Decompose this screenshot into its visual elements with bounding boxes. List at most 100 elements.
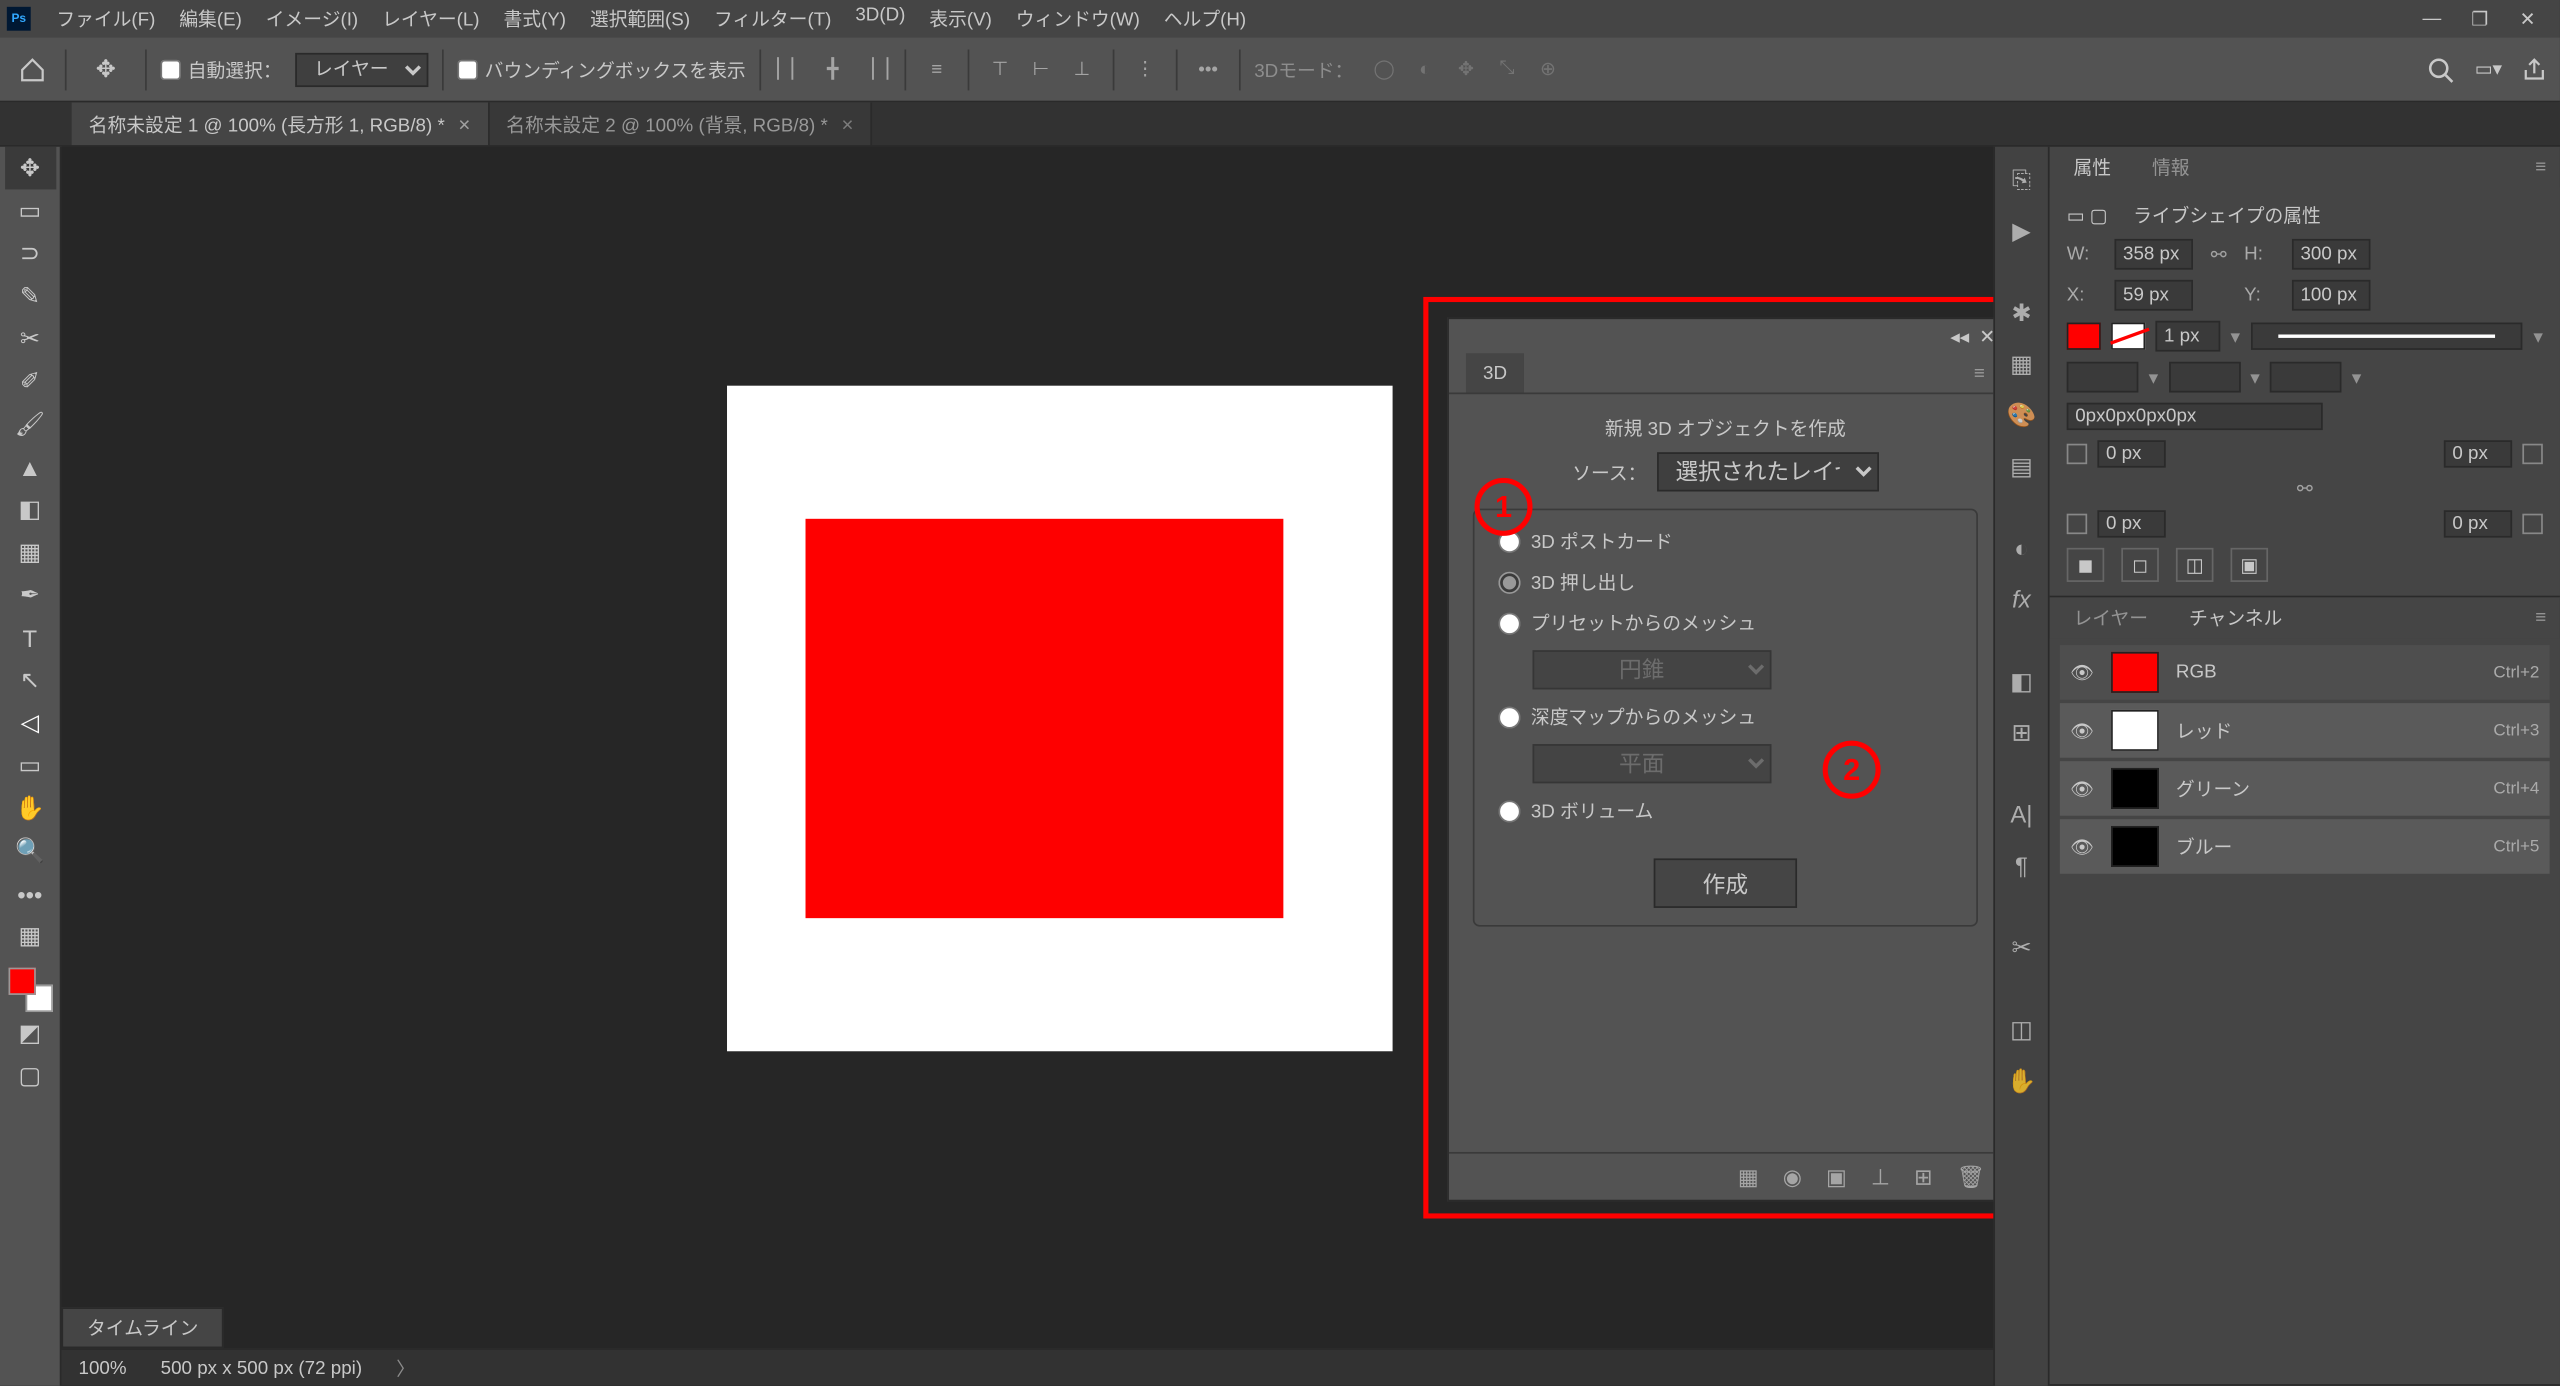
panel-menu-icon[interactable]: ≡ — [2535, 157, 2546, 177]
panel-menu-icon[interactable]: ≡ — [1974, 363, 1985, 383]
channel-row[interactable]: 👁RGBCtrl+2 — [2060, 645, 2550, 700]
menu-書式(Y)[interactable]: 書式(Y) — [492, 5, 578, 32]
3d-new-icon[interactable]: ⊞ — [1914, 1163, 1933, 1190]
eraser-tool[interactable]: ◧ — [4, 488, 55, 531]
stroke-style[interactable] — [2250, 323, 2523, 350]
libraries-icon[interactable]: ⎘ — [1999, 157, 2043, 201]
path-intersect-icon[interactable]: ◫ — [2176, 548, 2214, 582]
paragraph-icon[interactable]: ¶ — [1999, 843, 2043, 887]
y-input[interactable] — [2292, 280, 2371, 311]
hand-icon[interactable]: ✋ — [1999, 1058, 2043, 1102]
tab-properties[interactable]: 属性 — [2063, 147, 2121, 188]
character-icon[interactable]: A| — [1999, 792, 2043, 836]
hand-tool[interactable]: ✋ — [4, 787, 55, 830]
share-icon[interactable] — [2522, 57, 2546, 81]
grid-icon[interactable]: ▤ — [1999, 444, 2043, 488]
search-icon[interactable] — [2427, 55, 2454, 82]
visibility-icon[interactable]: 👁 — [2070, 719, 2094, 741]
height-input[interactable] — [2292, 239, 2371, 270]
radio-3d-extrude[interactable]: 3D 押し出し — [1498, 568, 1952, 595]
path-combine-icon[interactable]: ◼ — [2067, 548, 2105, 582]
menu-編集(E)[interactable]: 編集(E) — [167, 5, 253, 32]
type-tool[interactable]: T — [4, 616, 55, 659]
radio-preset-mesh[interactable]: プリセットからのメッシュ — [1498, 609, 1952, 636]
edit-toolbar[interactable]: ▦ — [4, 915, 55, 958]
tab-layers[interactable]: レイヤー — [2063, 597, 2158, 638]
path-subtract-icon[interactable]: ◻ — [2121, 548, 2159, 582]
width-input[interactable] — [2114, 239, 2193, 270]
tools-presets-icon[interactable]: ✂ — [1999, 925, 2043, 969]
cap-select[interactable] — [2067, 362, 2139, 393]
source-select[interactable]: 選択されたレイヤー — [1657, 452, 1879, 491]
swatches-icon[interactable]: ▦ — [1999, 341, 2043, 385]
tab-close-icon[interactable]: × — [841, 112, 853, 136]
fill-swatch[interactable] — [2067, 323, 2101, 350]
path-exclude-icon[interactable]: ▣ — [2231, 548, 2269, 582]
path-select-tool[interactable]: ↖ — [4, 659, 55, 702]
channel-row[interactable]: 👁グリーンCtrl+4 — [2060, 761, 2550, 816]
menu-3D(D)[interactable]: 3D(D) — [843, 5, 917, 32]
rectangle-tool[interactable]: ▭ — [4, 744, 55, 787]
tab-channels[interactable]: チャンネル — [2179, 597, 2293, 638]
crop-tool[interactable]: ✂ — [4, 317, 55, 360]
marquee-tool[interactable]: ▭ — [4, 189, 55, 232]
panel-close-icon[interactable]: ✕ — [1979, 325, 1993, 347]
more-tools[interactable]: ••• — [4, 872, 55, 915]
menu-イメージ(I)[interactable]: イメージ(I) — [254, 5, 370, 32]
3d-texture-icon[interactable]: ▦ — [1738, 1163, 1759, 1190]
menu-ヘルプ(H)[interactable]: ヘルプ(H) — [1152, 5, 1258, 32]
timeline-panel-tab[interactable]: タイムライン — [61, 1307, 224, 1348]
stroke-width-input[interactable] — [2155, 321, 2220, 352]
palette-icon[interactable]: 🎨 — [1999, 393, 2043, 437]
auto-select-target[interactable]: レイヤー — [295, 52, 428, 86]
link-wh-icon[interactable]: ⚯ — [2203, 243, 2234, 265]
play-icon[interactable]: ▶ — [1999, 208, 2043, 252]
radius-tr[interactable] — [2444, 440, 2512, 467]
radius-all-input[interactable] — [2067, 403, 2323, 430]
3d-ground-icon[interactable]: ⊥ — [1871, 1163, 1890, 1190]
clone-stamp-tool[interactable]: ▲ — [4, 445, 55, 488]
radius-tl[interactable] — [2097, 440, 2165, 467]
x-input[interactable] — [2114, 280, 2193, 311]
styles-icon[interactable]: fx — [1999, 577, 2043, 621]
channel-row[interactable]: 👁レッドCtrl+3 — [2060, 703, 2550, 758]
eyedropper-tool[interactable]: ✐ — [4, 360, 55, 403]
auto-select-checkbox[interactable]: 自動選択： — [160, 55, 281, 82]
align-center-h-icon[interactable]: ╋ — [816, 52, 850, 86]
screen-mode-tool[interactable]: ▢ — [4, 1055, 55, 1098]
layers-icon[interactable]: ◧ — [1999, 659, 2043, 703]
panel-tab-3d[interactable]: 3D — [1466, 353, 1524, 392]
link-radii-icon[interactable]: ⚯ — [2289, 478, 2320, 500]
show-bbox-checkbox[interactable]: バウンディングボックスを表示 — [457, 55, 745, 82]
move-tool[interactable]: ✥ — [4, 147, 55, 190]
menu-ウィンドウ(W)[interactable]: ウィンドウ(W) — [1004, 5, 1152, 32]
clone-source-icon[interactable]: ◫ — [1999, 1007, 2043, 1051]
color-icon[interactable]: ✱ — [1999, 290, 2043, 334]
align-right-icon[interactable]: ▕▕ — [857, 52, 891, 86]
menu-ファイル(F)[interactable]: ファイル(F) — [44, 5, 167, 32]
align-more-icon[interactable]: ≡ — [920, 52, 954, 86]
channel-row[interactable]: 👁ブルーCtrl+5 — [2060, 819, 2550, 874]
canvas-area[interactable]: ◂◂ ✕ 3D ≡ 新規 3D オブジェクトを作成 ソース： 選択されたレイヤー… — [61, 147, 1993, 1386]
align-left-icon[interactable]: ▏▏ — [775, 52, 809, 86]
tab-info[interactable]: 情報 — [2142, 147, 2200, 188]
zoom-level[interactable]: 100% — [79, 1358, 127, 1378]
radius-bl[interactable] — [2097, 510, 2165, 537]
color-swatches[interactable] — [8, 968, 52, 1012]
create-button[interactable]: 作成 — [1653, 858, 1797, 907]
3d-light-icon[interactable]: ◉ — [1783, 1163, 1802, 1190]
maximize-button[interactable]: ❐ — [2468, 7, 2492, 31]
visibility-icon[interactable]: 👁 — [2070, 777, 2094, 799]
tab-close-icon[interactable]: × — [458, 112, 470, 136]
visibility-icon[interactable]: 👁 — [2070, 835, 2094, 857]
brush-tool[interactable]: 🖌 — [4, 403, 55, 446]
distribute-top-icon[interactable]: ⊤ — [983, 52, 1017, 86]
menu-レイヤー(L)[interactable]: レイヤー(L) — [370, 5, 491, 32]
visibility-icon[interactable]: 👁 — [2070, 661, 2094, 683]
home-button[interactable] — [14, 50, 52, 88]
lasso-tool[interactable]: ⊃ — [4, 232, 55, 275]
zoom-tool[interactable]: 🔍 — [4, 829, 55, 872]
corner-select[interactable] — [2168, 362, 2240, 393]
workspace-switcher-icon[interactable]: ▭▾ — [2475, 58, 2502, 80]
menu-選択範囲(S)[interactable]: 選択範囲(S) — [578, 5, 702, 32]
